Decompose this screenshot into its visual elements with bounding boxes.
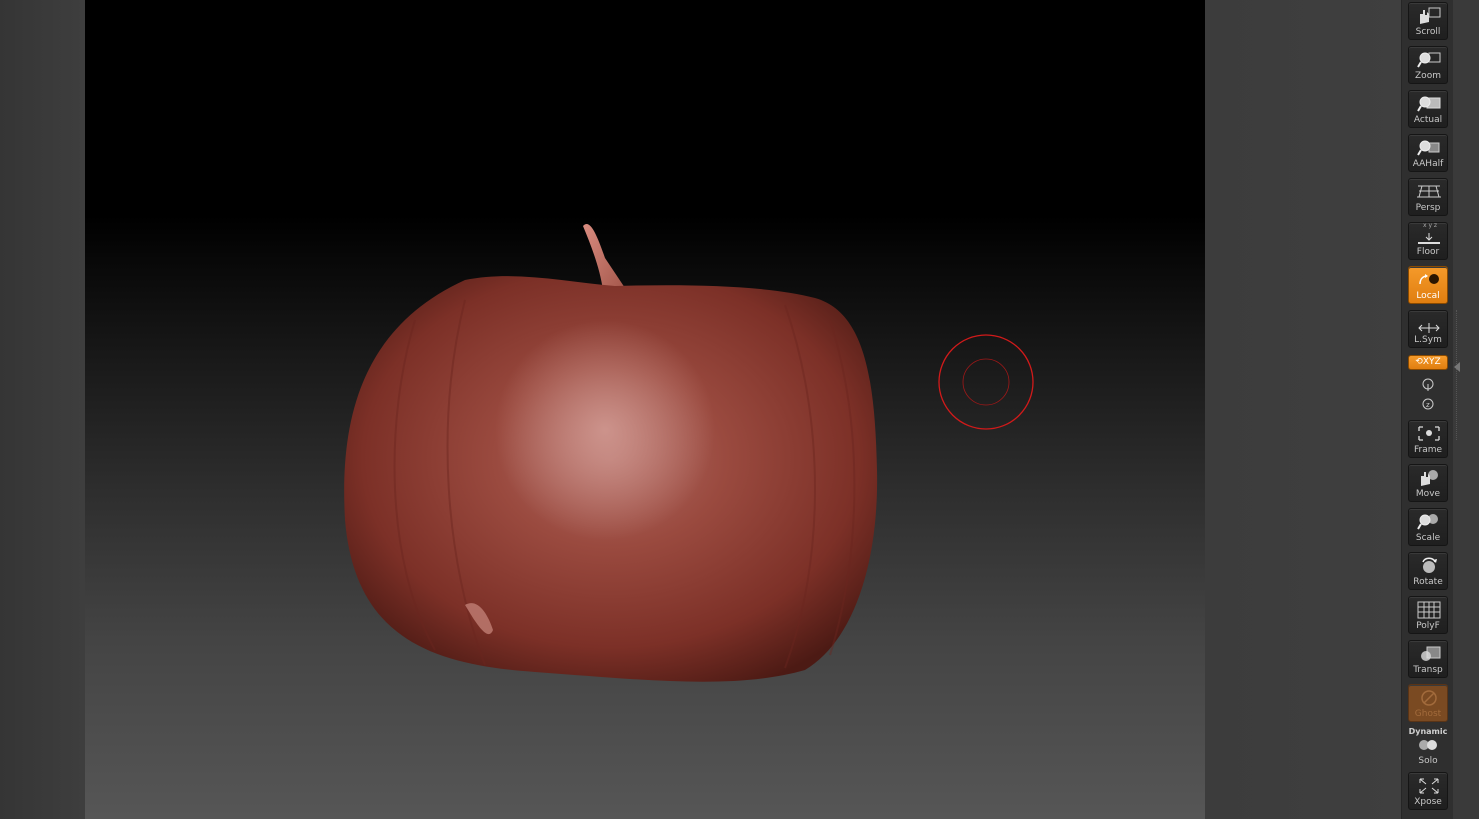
- xyz-toggle[interactable]: ⟲XYZ: [1408, 355, 1448, 370]
- xpose-button[interactable]: Xpose: [1408, 772, 1448, 810]
- left-gutter: [0, 0, 85, 819]
- lsym-button[interactable]: L.Sym: [1408, 310, 1448, 348]
- local-label: Local: [1416, 291, 1440, 301]
- dynamic-label: Dynamic: [1408, 727, 1448, 736]
- hand-scroll-icon: [1420, 7, 1441, 24]
- brush-inner-ring: [962, 358, 1010, 406]
- z-axis-rotate-icon[interactable]: z: [1420, 396, 1436, 412]
- magnifier-zoom-icon: [1417, 52, 1441, 68]
- actual-label: Actual: [1413, 115, 1443, 125]
- local-button[interactable]: Local: [1408, 266, 1448, 304]
- hand-move-icon: [1421, 470, 1438, 486]
- ghost-button[interactable]: Ghost: [1408, 684, 1448, 722]
- aahalf-button[interactable]: AAHalf: [1408, 134, 1448, 172]
- zoom-button[interactable]: Zoom: [1408, 46, 1448, 84]
- local-transform-icon: [1419, 274, 1439, 285]
- floor-grid-icon: [1418, 233, 1440, 244]
- move-label: Move: [1415, 489, 1441, 499]
- magnifier-actual-icon: [1417, 96, 1441, 112]
- floor-button[interactable]: x y z Floor: [1408, 222, 1448, 260]
- magnifier-aahalf-icon: [1417, 140, 1440, 156]
- rotate-label: Rotate: [1413, 577, 1443, 587]
- xpose-label: Xpose: [1414, 797, 1442, 807]
- scale-button[interactable]: Scale: [1408, 508, 1448, 546]
- brush-outer-ring: [938, 334, 1034, 430]
- xyz-label: XYZ: [1422, 357, 1441, 367]
- rotate-button[interactable]: Rotate: [1408, 552, 1448, 590]
- magnifier-scale-icon: [1417, 514, 1438, 530]
- actual-button[interactable]: Actual: [1408, 90, 1448, 128]
- right-shelf: Scroll Zoom Actual AAHalf Persp x y z Fl…: [1401, 0, 1455, 819]
- pumpkin-model: [344, 223, 1034, 682]
- scroll-button[interactable]: Scroll: [1408, 2, 1448, 40]
- y-axis-rotate-icon[interactable]: [1420, 376, 1436, 392]
- frame-label: Frame: [1413, 445, 1443, 455]
- ghost-label: Ghost: [1414, 709, 1442, 719]
- svg-text:z: z: [1426, 401, 1430, 409]
- polyf-button[interactable]: PolyF: [1408, 596, 1448, 634]
- aahalf-label: AAHalf: [1412, 159, 1444, 169]
- transp-label: Transp: [1413, 665, 1443, 675]
- transparency-icon: [1421, 646, 1441, 661]
- solo-spheres-icon: [1419, 740, 1437, 750]
- perspective-grid-icon: [1417, 185, 1441, 198]
- floor-label: Floor: [1416, 247, 1440, 257]
- persp-label: Persp: [1415, 203, 1441, 213]
- scroll-label: Scroll: [1415, 27, 1441, 37]
- rotate-icon: [1422, 557, 1437, 573]
- scale-label: Scale: [1415, 533, 1441, 543]
- frame-button[interactable]: Frame: [1408, 420, 1448, 458]
- local-symmetry-icon: [1418, 323, 1440, 333]
- zoom-label: Zoom: [1415, 71, 1441, 81]
- polyframe-grid-icon: [1417, 601, 1441, 619]
- right-gutter: [1205, 0, 1401, 819]
- viewport-canvas[interactable]: [85, 0, 1205, 819]
- lsym-label: L.Sym: [1414, 335, 1442, 345]
- tray-resize-handle[interactable]: [1456, 310, 1463, 440]
- transp-button[interactable]: Transp: [1408, 640, 1448, 678]
- move-button[interactable]: Move: [1408, 464, 1448, 502]
- frame-icon: [1418, 426, 1440, 441]
- xpose-arrows-icon: [1419, 778, 1439, 794]
- polyf-label: PolyF: [1416, 621, 1440, 631]
- ghost-icon: [1421, 690, 1437, 706]
- solo-label: Solo: [1418, 756, 1438, 766]
- solo-button[interactable]: Solo: [1408, 736, 1448, 768]
- persp-button[interactable]: Persp: [1408, 178, 1448, 216]
- rotation-axis-icon: ⟲: [1415, 357, 1423, 367]
- collapse-arrow-icon[interactable]: [1454, 362, 1460, 372]
